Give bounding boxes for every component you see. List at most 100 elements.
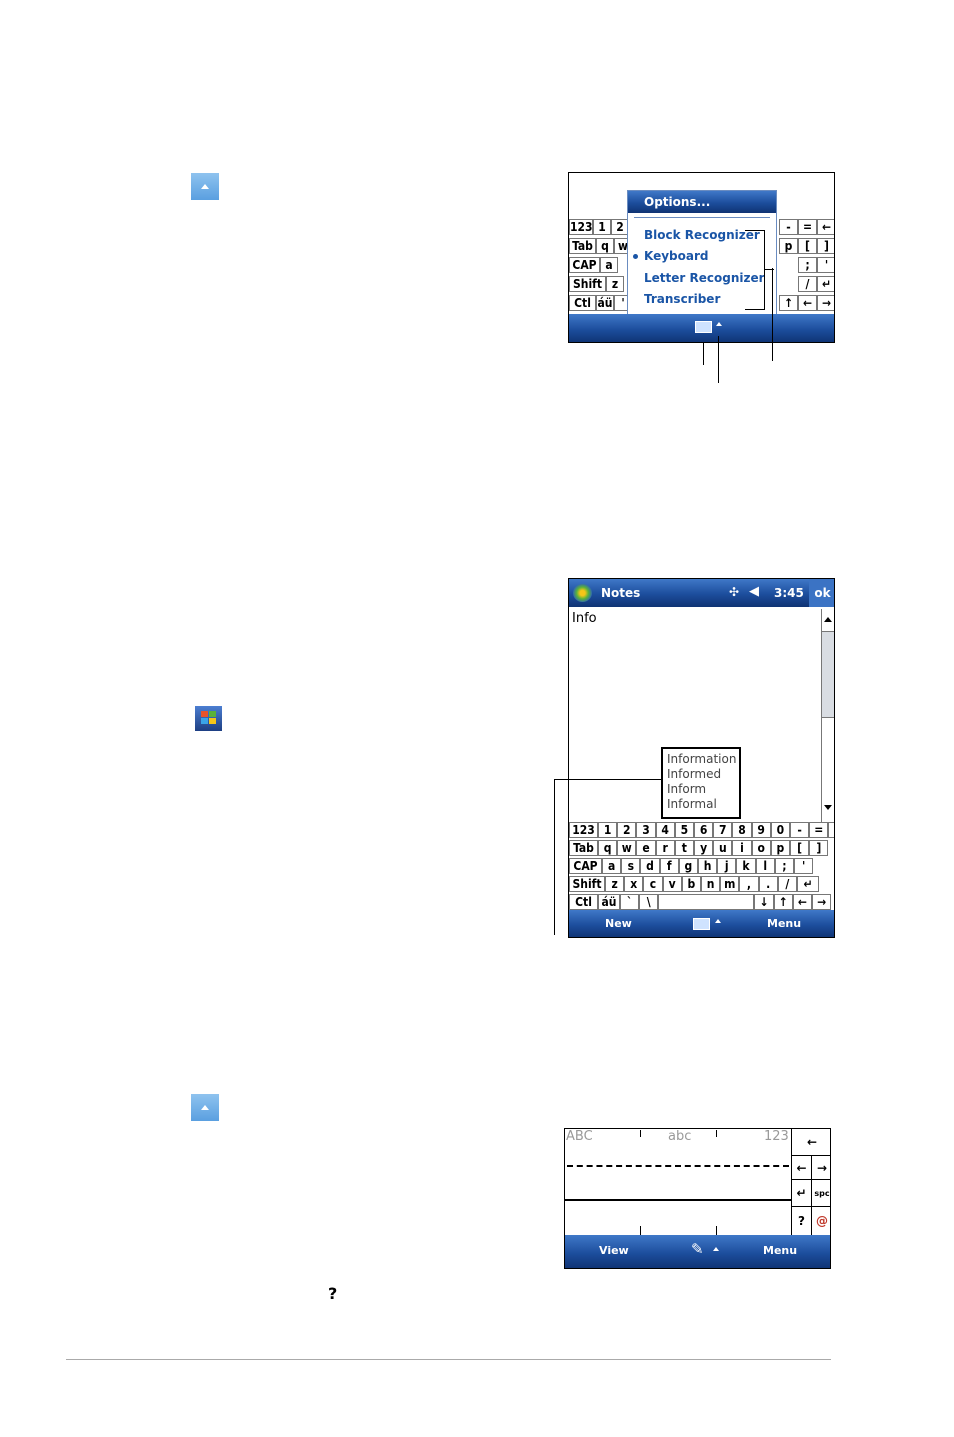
menu-item-letter-recognizer[interactable]: Letter Recognizer <box>644 271 765 285</box>
keyboard-key[interactable]: 9 <box>751 822 771 838</box>
keyboard-key[interactable]: x <box>624 876 644 892</box>
keyboard-key[interactable]: f <box>659 858 679 874</box>
menu-item-block-recognizer[interactable]: Block Recognizer <box>644 228 760 242</box>
input-selector-arrow-icon[interactable] <box>713 1247 719 1251</box>
keyboard-key[interactable]: ' <box>794 858 814 874</box>
keyboard-key[interactable]: 0 <box>770 822 790 838</box>
suggestion-item[interactable]: Informal <box>667 797 739 812</box>
keyboard-key[interactable]: ← <box>828 822 834 838</box>
keyboard-key[interactable]: 6 <box>694 822 714 838</box>
keyboard-key[interactable]: a <box>600 257 618 273</box>
keyboard-key[interactable]: i <box>732 840 752 856</box>
suggestion-item[interactable]: Information <box>667 752 739 767</box>
keyboard-key[interactable]: ↵ <box>797 876 819 892</box>
keyboard-key[interactable]: t <box>674 840 694 856</box>
new-softkey[interactable]: New <box>605 917 632 930</box>
keyboard-key[interactable]: s <box>621 858 641 874</box>
keyboard-key[interactable]: v <box>662 876 682 892</box>
keyboard-key[interactable]: . <box>758 876 778 892</box>
keyboard-key[interactable]: d <box>640 858 660 874</box>
menu-softkey[interactable]: Menu <box>767 917 801 930</box>
keyboard-key[interactable]: ] <box>817 238 834 254</box>
clock[interactable]: 3:45 <box>774 586 804 600</box>
scroll-up-icon[interactable] <box>824 617 832 622</box>
writing-area[interactable]: ABC abc 123 <box>565 1129 792 1235</box>
menu-item-keyboard[interactable]: Keyboard <box>644 249 709 263</box>
keyboard-key[interactable]: áü <box>596 295 614 311</box>
menu-item-transcriber[interactable]: Transcriber <box>644 292 720 306</box>
keyboard-key[interactable]: h <box>698 858 718 874</box>
ok-button[interactable]: ok <box>809 579 834 607</box>
input-selector-arrow-icon[interactable] <box>715 919 721 923</box>
keyboard-key[interactable]: u <box>713 840 733 856</box>
keyboard-key[interactable]: ↑ <box>773 894 793 910</box>
suggestion-item[interactable]: Inform <box>667 782 739 797</box>
view-softkey[interactable]: View <box>599 1244 629 1257</box>
keyboard-key[interactable]: Shift <box>569 876 605 892</box>
keyboard-key[interactable]: CAP <box>569 858 602 874</box>
keyboard-key[interactable]: y <box>694 840 714 856</box>
scroll-thumb[interactable] <box>822 631 834 718</box>
keyboard-key[interactable]: 7 <box>713 822 733 838</box>
input-panel-arrow-icon[interactable] <box>191 1094 219 1121</box>
keyboard-key[interactable]: l <box>755 858 775 874</box>
keyboard-key[interactable]: j <box>717 858 737 874</box>
backspace-button[interactable]: ← <box>792 1129 830 1156</box>
keyboard-key[interactable]: 3 <box>636 822 656 838</box>
keyboard-key[interactable]: Tab <box>569 238 596 254</box>
windows-start-icon[interactable] <box>195 706 222 731</box>
keyboard-key[interactable]: ↵ <box>817 276 834 292</box>
keyboard-key[interactable]: - <box>779 219 798 235</box>
menu-options-item[interactable]: Options... <box>628 191 776 213</box>
scrollbar[interactable] <box>821 609 834 822</box>
keyboard-icon[interactable] <box>693 918 710 930</box>
keyboard-key[interactable]: k <box>736 858 756 874</box>
keyboard-key[interactable]: q <box>598 840 618 856</box>
keyboard-key[interactable]: b <box>681 876 701 892</box>
left-arrow-button[interactable]: ← <box>792 1156 812 1180</box>
keyboard-key[interactable]: Ctl <box>569 295 596 311</box>
keyboard-key[interactable]: e <box>636 840 656 856</box>
symbol-button[interactable]: @ <box>812 1207 830 1235</box>
keyboard-key[interactable]: ] <box>809 840 829 856</box>
connectivity-icon[interactable]: ✣ <box>729 585 739 599</box>
keyboard-key[interactable]: [ <box>798 238 817 254</box>
keyboard-key[interactable]: q <box>596 238 614 254</box>
keyboard-key[interactable]: CAP <box>569 257 600 273</box>
scroll-down-icon[interactable] <box>824 805 832 810</box>
keyboard-icon[interactable] <box>695 321 712 333</box>
keyboard-key[interactable]: / <box>798 276 817 292</box>
keyboard-key[interactable]: 123 <box>569 219 593 235</box>
keyboard-key[interactable]: ← <box>817 219 834 235</box>
keyboard-key[interactable]: p <box>779 238 798 254</box>
keyboard-key[interactable]: a <box>602 858 622 874</box>
keyboard-key[interactable]: 123 <box>569 822 598 838</box>
keyboard-key[interactable]: ; <box>798 257 817 273</box>
keyboard-key[interactable]: ↓ <box>754 894 774 910</box>
keyboard-key[interactable]: 5 <box>674 822 694 838</box>
keyboard-key[interactable]: = <box>809 822 829 838</box>
keyboard-key[interactable]: / <box>777 876 797 892</box>
keyboard-key[interactable]: → <box>817 295 834 311</box>
keyboard-key[interactable]: Tab <box>569 840 598 856</box>
keyboard-key[interactable]: c <box>643 876 663 892</box>
keyboard-key[interactable]: ; <box>774 858 794 874</box>
keyboard-key[interactable]: ← <box>792 894 812 910</box>
keyboard-key[interactable]: ← <box>798 295 817 311</box>
keyboard-key[interactable]: n <box>701 876 721 892</box>
keyboard-key[interactable]: 8 <box>732 822 752 838</box>
keyboard-key[interactable]: ↑ <box>779 295 798 311</box>
keyboard-key[interactable]: p <box>770 840 790 856</box>
keyboard-key[interactable]: → <box>812 894 832 910</box>
keyboard-key[interactable]: , <box>739 876 759 892</box>
suggestion-item[interactable]: Informed <box>667 767 739 782</box>
menu-softkey[interactable]: Menu <box>763 1244 797 1257</box>
keyboard-key[interactable]: r <box>655 840 675 856</box>
keyboard-key[interactable]: o <box>751 840 771 856</box>
keyboard-key[interactable]: z <box>605 876 625 892</box>
keyboard-key[interactable]: = <box>798 219 817 235</box>
keyboard-key[interactable]: m <box>720 876 740 892</box>
pen-icon[interactable]: ✎ <box>691 1240 704 1258</box>
space-button[interactable]: spc <box>812 1180 830 1207</box>
start-flag-icon[interactable] <box>573 584 592 602</box>
